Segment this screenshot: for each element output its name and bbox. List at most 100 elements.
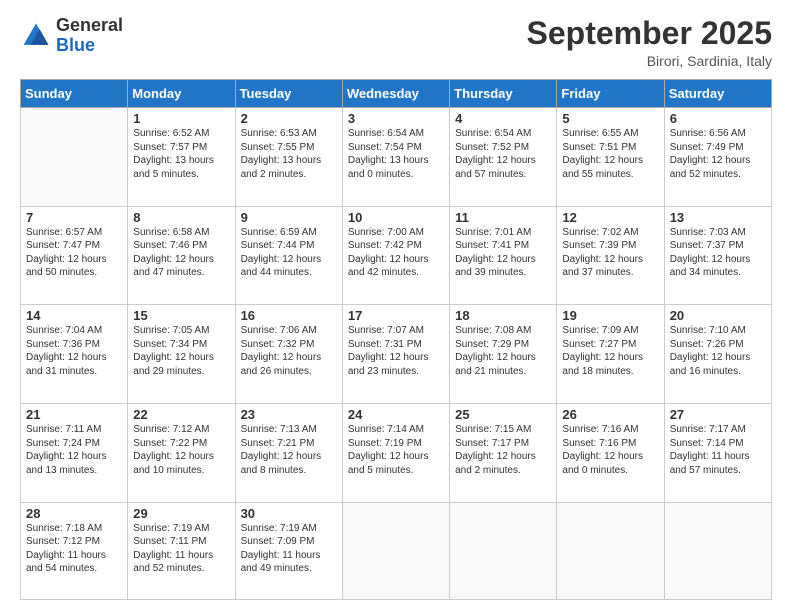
- calendar-cell: [450, 502, 557, 599]
- day-number: 25: [455, 407, 551, 422]
- day-info: Sunrise: 7:17 AMSunset: 7:14 PMDaylight:…: [670, 423, 766, 477]
- calendar-header-row: SundayMondayTuesdayWednesdayThursdayFrid…: [21, 80, 772, 108]
- day-info: Sunrise: 6:54 AMSunset: 7:52 PMDaylight:…: [455, 127, 551, 181]
- calendar-header-friday: Friday: [557, 80, 664, 108]
- day-number: 9: [241, 210, 337, 225]
- calendar-cell: 24Sunrise: 7:14 AMSunset: 7:19 PMDayligh…: [342, 404, 449, 503]
- calendar-cell: 5Sunrise: 6:55 AMSunset: 7:51 PMDaylight…: [557, 108, 664, 207]
- day-info: Sunrise: 7:07 AMSunset: 7:31 PMDaylight:…: [348, 324, 444, 378]
- day-number: 5: [562, 111, 658, 126]
- day-info: Sunrise: 7:16 AMSunset: 7:16 PMDaylight:…: [562, 423, 658, 477]
- calendar-cell: 3Sunrise: 6:54 AMSunset: 7:54 PMDaylight…: [342, 108, 449, 207]
- location: Birori, Sardinia, Italy: [527, 53, 772, 69]
- calendar-week-row: 1Sunrise: 6:52 AMSunset: 7:57 PMDaylight…: [21, 108, 772, 207]
- calendar-table: SundayMondayTuesdayWednesdayThursdayFrid…: [20, 79, 772, 600]
- day-number: 8: [133, 210, 229, 225]
- calendar-cell: 28Sunrise: 7:18 AMSunset: 7:12 PMDayligh…: [21, 502, 128, 599]
- day-number: 7: [26, 210, 122, 225]
- day-info: Sunrise: 6:54 AMSunset: 7:54 PMDaylight:…: [348, 127, 444, 181]
- day-info: Sunrise: 7:11 AMSunset: 7:24 PMDaylight:…: [26, 423, 122, 477]
- calendar-cell: 10Sunrise: 7:00 AMSunset: 7:42 PMDayligh…: [342, 206, 449, 305]
- calendar-cell: 23Sunrise: 7:13 AMSunset: 7:21 PMDayligh…: [235, 404, 342, 503]
- logo-icon: [20, 20, 52, 52]
- day-info: Sunrise: 7:02 AMSunset: 7:39 PMDaylight:…: [562, 226, 658, 280]
- day-number: 29: [133, 506, 229, 521]
- day-number: 27: [670, 407, 766, 422]
- day-number: 19: [562, 308, 658, 323]
- day-info: Sunrise: 6:55 AMSunset: 7:51 PMDaylight:…: [562, 127, 658, 181]
- day-number: 30: [241, 506, 337, 521]
- day-number: 24: [348, 407, 444, 422]
- day-number: 11: [455, 210, 551, 225]
- calendar-cell: 17Sunrise: 7:07 AMSunset: 7:31 PMDayligh…: [342, 305, 449, 404]
- day-info: Sunrise: 6:56 AMSunset: 7:49 PMDaylight:…: [670, 127, 766, 181]
- calendar-header-monday: Monday: [128, 80, 235, 108]
- day-number: 15: [133, 308, 229, 323]
- day-number: 23: [241, 407, 337, 422]
- calendar-header-saturday: Saturday: [664, 80, 771, 108]
- day-info: Sunrise: 7:04 AMSunset: 7:36 PMDaylight:…: [26, 324, 122, 378]
- day-number: 16: [241, 308, 337, 323]
- day-info: Sunrise: 7:00 AMSunset: 7:42 PMDaylight:…: [348, 226, 444, 280]
- calendar-cell: [21, 108, 128, 207]
- calendar-cell: 18Sunrise: 7:08 AMSunset: 7:29 PMDayligh…: [450, 305, 557, 404]
- day-info: Sunrise: 7:06 AMSunset: 7:32 PMDaylight:…: [241, 324, 337, 378]
- calendar-cell: 27Sunrise: 7:17 AMSunset: 7:14 PMDayligh…: [664, 404, 771, 503]
- day-info: Sunrise: 7:18 AMSunset: 7:12 PMDaylight:…: [26, 522, 122, 576]
- calendar-cell: 7Sunrise: 6:57 AMSunset: 7:47 PMDaylight…: [21, 206, 128, 305]
- day-number: 28: [26, 506, 122, 521]
- calendar-header-tuesday: Tuesday: [235, 80, 342, 108]
- calendar-cell: 9Sunrise: 6:59 AMSunset: 7:44 PMDaylight…: [235, 206, 342, 305]
- day-info: Sunrise: 7:10 AMSunset: 7:26 PMDaylight:…: [670, 324, 766, 378]
- day-info: Sunrise: 7:15 AMSunset: 7:17 PMDaylight:…: [455, 423, 551, 477]
- calendar-cell: 29Sunrise: 7:19 AMSunset: 7:11 PMDayligh…: [128, 502, 235, 599]
- month-year: September 2025: [527, 16, 772, 51]
- calendar-cell: 13Sunrise: 7:03 AMSunset: 7:37 PMDayligh…: [664, 206, 771, 305]
- day-number: 4: [455, 111, 551, 126]
- day-number: 13: [670, 210, 766, 225]
- day-info: Sunrise: 7:01 AMSunset: 7:41 PMDaylight:…: [455, 226, 551, 280]
- calendar-cell: 22Sunrise: 7:12 AMSunset: 7:22 PMDayligh…: [128, 404, 235, 503]
- day-number: 2: [241, 111, 337, 126]
- day-info: Sunrise: 7:19 AMSunset: 7:11 PMDaylight:…: [133, 522, 229, 576]
- logo-general-text: General: [56, 15, 123, 35]
- day-number: 1: [133, 111, 229, 126]
- calendar-week-row: 14Sunrise: 7:04 AMSunset: 7:36 PMDayligh…: [21, 305, 772, 404]
- day-number: 22: [133, 407, 229, 422]
- calendar-cell: 20Sunrise: 7:10 AMSunset: 7:26 PMDayligh…: [664, 305, 771, 404]
- day-number: 26: [562, 407, 658, 422]
- calendar-cell: 15Sunrise: 7:05 AMSunset: 7:34 PMDayligh…: [128, 305, 235, 404]
- calendar-cell: [664, 502, 771, 599]
- calendar-cell: 8Sunrise: 6:58 AMSunset: 7:46 PMDaylight…: [128, 206, 235, 305]
- calendar-cell: 30Sunrise: 7:19 AMSunset: 7:09 PMDayligh…: [235, 502, 342, 599]
- day-info: Sunrise: 7:03 AMSunset: 7:37 PMDaylight:…: [670, 226, 766, 280]
- calendar-cell: 25Sunrise: 7:15 AMSunset: 7:17 PMDayligh…: [450, 404, 557, 503]
- day-number: 21: [26, 407, 122, 422]
- day-info: Sunrise: 6:59 AMSunset: 7:44 PMDaylight:…: [241, 226, 337, 280]
- day-info: Sunrise: 7:19 AMSunset: 7:09 PMDaylight:…: [241, 522, 337, 576]
- calendar-week-row: 21Sunrise: 7:11 AMSunset: 7:24 PMDayligh…: [21, 404, 772, 503]
- calendar-cell: [557, 502, 664, 599]
- calendar-cell: 6Sunrise: 6:56 AMSunset: 7:49 PMDaylight…: [664, 108, 771, 207]
- day-info: Sunrise: 7:12 AMSunset: 7:22 PMDaylight:…: [133, 423, 229, 477]
- day-info: Sunrise: 6:53 AMSunset: 7:55 PMDaylight:…: [241, 127, 337, 181]
- page: General Blue September 2025 Birori, Sard…: [0, 0, 792, 612]
- calendar-week-row: 28Sunrise: 7:18 AMSunset: 7:12 PMDayligh…: [21, 502, 772, 599]
- title-block: September 2025 Birori, Sardinia, Italy: [527, 16, 772, 69]
- logo-blue-text: Blue: [56, 35, 95, 55]
- day-info: Sunrise: 6:58 AMSunset: 7:46 PMDaylight:…: [133, 226, 229, 280]
- calendar-cell: 4Sunrise: 6:54 AMSunset: 7:52 PMDaylight…: [450, 108, 557, 207]
- day-info: Sunrise: 7:14 AMSunset: 7:19 PMDaylight:…: [348, 423, 444, 477]
- day-number: 12: [562, 210, 658, 225]
- calendar-cell: 26Sunrise: 7:16 AMSunset: 7:16 PMDayligh…: [557, 404, 664, 503]
- calendar-header-sunday: Sunday: [21, 80, 128, 108]
- day-info: Sunrise: 7:05 AMSunset: 7:34 PMDaylight:…: [133, 324, 229, 378]
- logo-text: General Blue: [56, 16, 123, 56]
- day-number: 17: [348, 308, 444, 323]
- day-number: 14: [26, 308, 122, 323]
- calendar-cell: 12Sunrise: 7:02 AMSunset: 7:39 PMDayligh…: [557, 206, 664, 305]
- header: General Blue September 2025 Birori, Sard…: [20, 16, 772, 69]
- calendar-cell: 11Sunrise: 7:01 AMSunset: 7:41 PMDayligh…: [450, 206, 557, 305]
- logo: General Blue: [20, 16, 123, 56]
- day-number: 18: [455, 308, 551, 323]
